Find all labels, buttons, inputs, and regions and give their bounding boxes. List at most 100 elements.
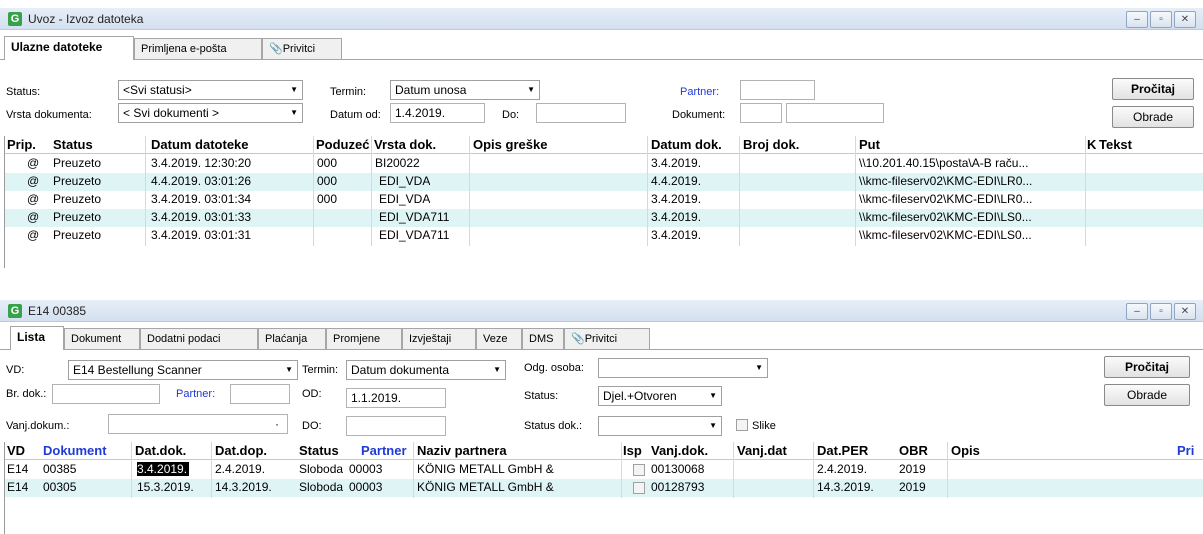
obrade-button[interactable]: Obrade	[1112, 106, 1194, 128]
tab-dokument[interactable]: Dokument	[64, 328, 140, 350]
tab-privitci[interactable]: 📎Privitci	[564, 328, 650, 350]
minimize-button[interactable]: –	[1126, 303, 1148, 320]
od-field[interactable]: 1.1.2019.	[346, 388, 446, 408]
col-partner[interactable]: Partner	[361, 443, 407, 458]
tab-dms[interactable]: DMS	[522, 328, 564, 350]
table-row[interactable]: @ Preuzeto 3.4.2019. 12:30:20 000 BI2002…	[5, 155, 1203, 173]
selected-cell[interactable]: 3.4.2019.	[137, 462, 190, 476]
tab-ulazne-datoteke[interactable]: Ulazne datoteke	[4, 36, 134, 60]
col-vrsta-dok[interactable]: Vrsta dok.	[374, 137, 436, 152]
col-dat-dop[interactable]: Dat.dop.	[215, 443, 267, 458]
col-vanj-dok[interactable]: Vanj.dok.	[651, 443, 708, 458]
col-poduzece[interactable]: Poduzeć	[316, 137, 374, 152]
col-datum-datoteke[interactable]: Datum datoteke	[151, 137, 249, 152]
tab-dodatni-podaci[interactable]: Dodatni podaci	[140, 328, 258, 350]
vanj-dokum-field[interactable]: ·	[108, 414, 288, 434]
termin-select[interactable]: Datum unosa ▼	[390, 80, 540, 100]
col-isp[interactable]: Isp	[623, 443, 642, 458]
termin-label: Termin:	[302, 364, 339, 376]
vd-select-value: E14 Bestellung Scanner	[73, 363, 202, 377]
col-k[interactable]: K	[1087, 137, 1096, 152]
status-select[interactable]: Djel.+Otvoren ▼	[598, 386, 722, 406]
cell-datum-datoteke: 3.4.2019. 03:01:34	[151, 192, 252, 206]
vd-label: VD:	[6, 364, 25, 376]
cell-dat-per: 14.3.2019.	[817, 480, 874, 494]
status-select-value: Djel.+Otvoren	[603, 389, 677, 403]
tab-privitci[interactable]: 📎Privitci	[262, 38, 342, 60]
tab-primljena-eposta[interactable]: Primljena e-pošta	[134, 38, 262, 60]
vanj-dokum-label: Vanj.dokum.:	[6, 420, 70, 432]
minimize-button[interactable]: –	[1126, 11, 1148, 28]
close-button[interactable]: ✕	[1174, 11, 1196, 28]
col-dat-per[interactable]: Dat.PER	[817, 443, 868, 458]
slike-checkbox[interactable]	[736, 419, 748, 431]
termin-select[interactable]: Datum dokumenta ▼	[346, 360, 506, 380]
col-put[interactable]: Put	[859, 137, 880, 152]
column-divider	[313, 136, 314, 246]
maximize-button[interactable]: ▫	[1150, 11, 1172, 28]
cell-dat-dok: 15.3.2019.	[137, 480, 194, 494]
col-naziv-partnera[interactable]: Naziv partnera	[417, 443, 507, 458]
col-tekst[interactable]: Tekst	[1099, 137, 1132, 152]
col-dokument[interactable]: Dokument	[43, 443, 107, 458]
br-dok-field[interactable]	[52, 384, 160, 404]
col-dat-dok[interactable]: Dat.dok.	[135, 443, 186, 458]
close-button[interactable]: ✕	[1174, 303, 1196, 320]
procitaj-button[interactable]: Pročitaj	[1112, 78, 1194, 100]
col-broj-dok[interactable]: Broj dok.	[743, 137, 799, 152]
isp-checkbox[interactable]	[633, 482, 645, 494]
col-opis-greske[interactable]: Opis greške	[473, 137, 547, 152]
dokument-field-1[interactable]	[740, 103, 782, 123]
odg-osoba-select[interactable]: ▼	[598, 358, 768, 378]
tab-lista[interactable]: Lista	[10, 326, 64, 350]
col-obr[interactable]: OBR	[899, 443, 928, 458]
partner-field[interactable]	[740, 80, 815, 100]
dokument-field-2[interactable]	[786, 103, 884, 123]
partner-field[interactable]	[230, 384, 290, 404]
cell-put: \\10.201.40.15\posta\A-B raču...	[859, 156, 1029, 170]
tab-promjene[interactable]: Promjene	[326, 328, 402, 350]
col-prip[interactable]: Prip.	[7, 137, 36, 152]
partner-label[interactable]: Partner:	[176, 388, 215, 400]
partner-label[interactable]: Partner:	[680, 86, 719, 98]
col-vanj-dat[interactable]: Vanj.dat	[737, 443, 787, 458]
tab-placanja[interactable]: Plaćanja	[258, 328, 326, 350]
procitaj-button[interactable]: Pročitaj	[1104, 356, 1190, 378]
datum-od-label: Datum od:	[330, 109, 381, 121]
col-vd[interactable]: VD	[7, 443, 25, 458]
datum-od-field[interactable]: 1.4.2019.	[390, 103, 485, 123]
table-row[interactable]: E14 00385 3.4.2019. 2.4.2019. Sloboda 00…	[5, 461, 1203, 479]
termin-select-value: Datum dokumenta	[351, 363, 450, 377]
obrade-button[interactable]: Obrade	[1104, 384, 1190, 406]
cell-dokument: 00385	[43, 462, 77, 476]
col-status[interactable]: Status	[299, 443, 339, 458]
do-field[interactable]	[536, 103, 626, 123]
vrsta-dokumenta-value: < Svi dokumenti >	[123, 106, 220, 120]
table-row[interactable]: @ Preuzeto 3.4.2019. 03:01:34 000 EDI_VD…	[5, 191, 1203, 209]
table-row[interactable]: @ Preuzeto 3.4.2019. 03:01:31 EDI_VDA711…	[5, 227, 1203, 245]
col-opis[interactable]: Opis	[951, 443, 980, 458]
cell-datum-dok: 3.4.2019.	[651, 228, 702, 242]
status-label: Status:	[524, 390, 559, 402]
cell-datum-dok: 3.4.2019.	[651, 192, 702, 206]
tab-izvjestaji[interactable]: Izvještaji	[402, 328, 476, 350]
vd-select[interactable]: E14 Bestellung Scanner ▼	[68, 360, 298, 380]
column-divider	[739, 136, 740, 246]
table-row[interactable]: @ Preuzeto 4.4.2019. 03:01:26 000 EDI_VD…	[5, 173, 1203, 191]
status-dok-select[interactable]: ▼	[598, 416, 722, 436]
tab-veze[interactable]: Veze	[476, 328, 522, 350]
col-pri[interactable]: Pri	[1177, 443, 1194, 458]
maximize-button[interactable]: ▫	[1150, 303, 1172, 320]
cell-vd: E14	[7, 480, 29, 494]
isp-checkbox[interactable]	[633, 464, 645, 476]
status-select[interactable]: <Svi statusi> ▼	[118, 80, 303, 100]
vrsta-dokumenta-select[interactable]: < Svi dokumenti > ▼	[118, 103, 303, 123]
cell-prip: @	[27, 156, 40, 170]
cell-poduzece: 000	[317, 174, 338, 188]
br-dok-label: Br. dok.:	[6, 388, 47, 400]
col-datum-dok[interactable]: Datum dok.	[651, 137, 722, 152]
table-row[interactable]: @ Preuzeto 3.4.2019. 03:01:33 EDI_VDA711…	[5, 209, 1203, 227]
table-row[interactable]: E14 00305 15.3.2019. 14.3.2019. Sloboda …	[5, 479, 1203, 497]
do-field[interactable]	[346, 416, 446, 436]
col-status[interactable]: Status	[53, 137, 93, 152]
